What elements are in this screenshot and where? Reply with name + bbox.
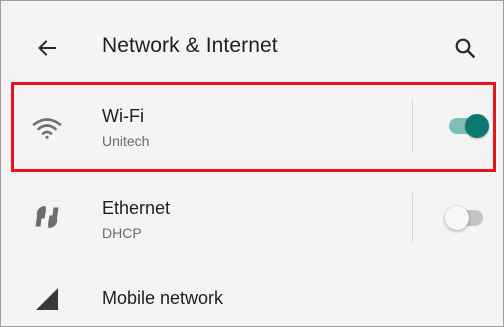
wifi-icon (31, 112, 63, 144)
arrow-left-icon (38, 40, 56, 56)
search-icon (455, 38, 476, 59)
ethernet-toggle[interactable] (445, 206, 483, 230)
ethernet-subtitle: DHCP (102, 225, 142, 241)
search-button[interactable] (445, 28, 485, 68)
ethernet-title: Ethernet (102, 198, 171, 218)
signal-icon (31, 283, 63, 315)
mobile-network-row[interactable]: Mobile network (1, 265, 503, 326)
ethernet-icon (31, 201, 63, 233)
app-bar: Network & Internet (1, 1, 503, 81)
ethernet-divider (412, 193, 413, 243)
page-title: Network & Internet (102, 34, 278, 57)
ethernet-toggle-thumb (445, 206, 469, 230)
wifi-toggle-thumb (465, 114, 489, 138)
mobile-network-title: Mobile network (102, 288, 224, 308)
settings-screen: Network & Internet Wi-Fi Unitech Etherne… (0, 0, 504, 327)
wifi-row[interactable]: Wi-Fi Unitech (1, 85, 503, 169)
wifi-subtitle: Unitech (102, 133, 150, 149)
wifi-divider (412, 100, 413, 153)
back-button[interactable] (27, 28, 67, 68)
wifi-title: Wi-Fi (102, 106, 144, 126)
ethernet-row[interactable]: Ethernet DHCP (1, 175, 503, 259)
wifi-toggle[interactable] (449, 114, 489, 138)
